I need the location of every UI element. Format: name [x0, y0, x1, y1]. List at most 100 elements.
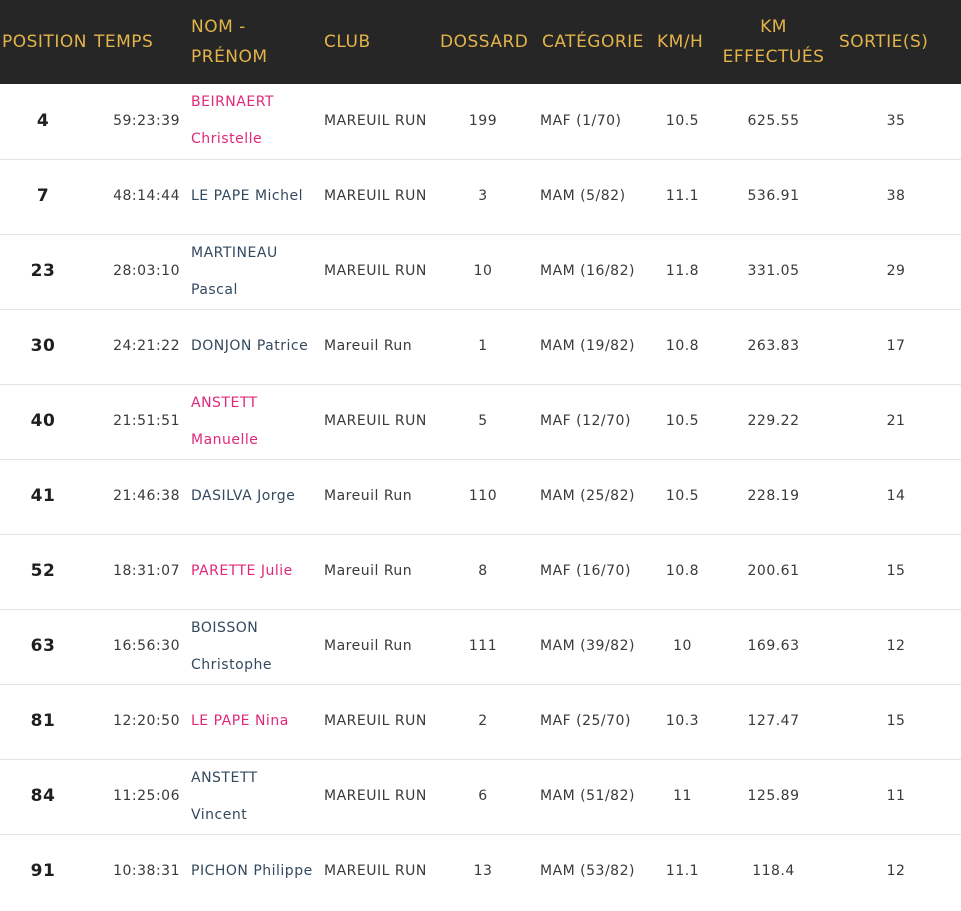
- cell-position: 40: [30, 411, 56, 431]
- cell-nom-prenom: ANSTETT Vincent: [191, 769, 258, 823]
- cell-categorie: MAM (19/82): [540, 338, 635, 354]
- cell-categorie: MAF (25/70): [540, 713, 631, 729]
- cell-km: 263.83: [747, 338, 800, 354]
- cell-sorties: 12: [886, 638, 906, 654]
- cell-dossard: 8: [478, 563, 488, 579]
- cell-nom-prenom: MARTINEAU Pascal: [191, 244, 278, 298]
- table-row: 4 59:23:39 BEIRNAERT Christelle MAREUIL …: [0, 84, 961, 159]
- results-table: POSITION TEMPS NOM - PRÉNOM CLUB DOSSARD…: [0, 0, 961, 909]
- cell-dossard: 110: [468, 488, 498, 504]
- cell-dossard: 13: [473, 863, 493, 880]
- cell-kmh: 10.5: [665, 112, 700, 129]
- cell-kmh: 10.5: [665, 488, 700, 504]
- table-row: 7 48:14:44 LE PAPE Michel MAREUIL RUN 3 …: [0, 159, 961, 234]
- table-row: 41 21:46:38 DASILVA Jorge Mareuil Run 11…: [0, 459, 961, 534]
- cell-sorties: 15: [886, 713, 906, 729]
- cell-sorties: 35: [886, 112, 906, 129]
- cell-categorie: MAM (51/82): [540, 788, 635, 804]
- cell-club: Mareuil Run: [324, 338, 413, 354]
- cell-km: 169.63: [747, 638, 800, 654]
- cell-kmh: 10.3: [665, 713, 700, 729]
- cell-kmh: 11: [673, 788, 692, 804]
- cell-km: 229.22: [747, 413, 800, 429]
- table-row: 84 11:25:06 ANSTETT Vincent MAREUIL RUN …: [0, 759, 961, 834]
- cell-sorties: 29: [886, 263, 906, 279]
- cell-sorties: 15: [886, 563, 906, 579]
- cell-km: 200.61: [747, 563, 800, 579]
- cell-position: 63: [30, 636, 56, 656]
- cell-dossard: 10: [473, 263, 493, 279]
- cell-temps: 21:46:38: [113, 488, 180, 504]
- cell-categorie: MAF (12/70): [540, 413, 631, 429]
- cell-nom-prenom: BOISSON Christophe: [191, 619, 273, 673]
- cell-club: Mareuil Run: [324, 563, 413, 579]
- cell-kmh: 10.8: [665, 563, 700, 579]
- cell-nom-prenom: LE PAPE Michel: [191, 188, 303, 204]
- table-row: 52 18:31:07 PARETTE Julie Mareuil Run 8 …: [0, 534, 961, 609]
- cell-categorie: MAM (5/82): [540, 188, 626, 204]
- cell-km: 536.91: [747, 188, 800, 204]
- cell-dossard: 3: [478, 188, 488, 204]
- cell-temps: 28:03:10: [113, 263, 180, 279]
- cell-categorie: MAF (1/70): [540, 112, 622, 129]
- cell-temps: 18:31:07: [113, 563, 180, 579]
- cell-nom-prenom: BEIRNAERT Christelle: [191, 94, 274, 148]
- header-categorie: CATÉGORIE: [542, 32, 644, 52]
- cell-categorie: MAM (53/82): [540, 863, 635, 880]
- cell-club: MAREUIL RUN: [324, 863, 427, 880]
- cell-club: MAREUIL RUN: [324, 413, 427, 429]
- table-row: 63 16:56:30 BOISSON Christophe Mareuil R…: [0, 609, 961, 684]
- cell-temps: 16:56:30: [113, 638, 180, 654]
- cell-position: 84: [30, 786, 56, 806]
- cell-km: 118.4: [752, 863, 795, 880]
- header-position: POSITION: [2, 32, 87, 52]
- cell-club: MAREUIL RUN: [324, 713, 427, 729]
- cell-dossard: 1: [478, 338, 488, 354]
- cell-temps: 48:14:44: [113, 188, 180, 204]
- cell-club: Mareuil Run: [324, 488, 413, 504]
- cell-temps: 11:25:06: [113, 788, 180, 804]
- results-body: 4 59:23:39 BEIRNAERT Christelle MAREUIL …: [0, 84, 961, 909]
- header-kmh: KM/H: [657, 32, 704, 52]
- cell-dossard: 2: [478, 713, 488, 729]
- cell-km: 125.89: [747, 788, 800, 804]
- cell-km: 331.05: [747, 263, 800, 279]
- cell-sorties: 21: [886, 413, 906, 429]
- cell-temps: 24:21:22: [113, 338, 180, 354]
- cell-nom-prenom: DASILVA Jorge: [191, 488, 296, 504]
- cell-categorie: MAM (25/82): [540, 488, 635, 504]
- cell-position: 7: [36, 186, 50, 206]
- cell-position: 81: [30, 711, 56, 731]
- cell-kmh: 11.1: [665, 188, 700, 204]
- cell-position: 91: [30, 861, 56, 882]
- cell-km: 127.47: [747, 713, 800, 729]
- cell-temps: 12:20:50: [113, 713, 180, 729]
- cell-sorties: 12: [886, 863, 906, 880]
- cell-temps: 59:23:39: [113, 112, 180, 129]
- cell-position: 41: [30, 486, 56, 506]
- cell-nom-prenom: PARETTE Julie: [191, 563, 293, 579]
- cell-position: 23: [30, 261, 56, 281]
- cell-dossard: 5: [478, 413, 488, 429]
- cell-categorie: MAM (16/82): [540, 263, 635, 279]
- cell-km: 625.55: [747, 112, 800, 129]
- header-dossard: DOSSARD: [440, 32, 529, 52]
- cell-kmh: 11.1: [665, 863, 700, 880]
- cell-club: MAREUIL RUN: [324, 263, 427, 279]
- cell-dossard: 6: [478, 788, 488, 804]
- cell-nom-prenom: ANSTETT Manuelle: [191, 394, 259, 448]
- table-header-row: POSITION TEMPS NOM - PRÉNOM CLUB DOSSARD…: [0, 0, 961, 84]
- cell-kmh: 10.5: [665, 413, 700, 429]
- cell-kmh: 10.8: [665, 338, 700, 354]
- cell-categorie: MAF (16/70): [540, 563, 631, 579]
- cell-temps: 10:38:31: [113, 863, 180, 880]
- header-km-effectues: KM EFFECTUÉS: [722, 17, 825, 67]
- table-row: 30 24:21:22 DONJON Patrice Mareuil Run 1…: [0, 309, 961, 384]
- cell-km: 228.19: [747, 488, 800, 504]
- table-row: 40 21:51:51 ANSTETT Manuelle MAREUIL RUN…: [0, 384, 961, 459]
- cell-nom-prenom: PICHON Philippe: [191, 863, 313, 880]
- header-sorties: SORTIE(S): [839, 32, 929, 52]
- cell-dossard: 111: [468, 638, 498, 654]
- table-row: 81 12:20:50 LE PAPE Nina MAREUIL RUN 2 M…: [0, 684, 961, 759]
- cell-position: 4: [36, 110, 50, 131]
